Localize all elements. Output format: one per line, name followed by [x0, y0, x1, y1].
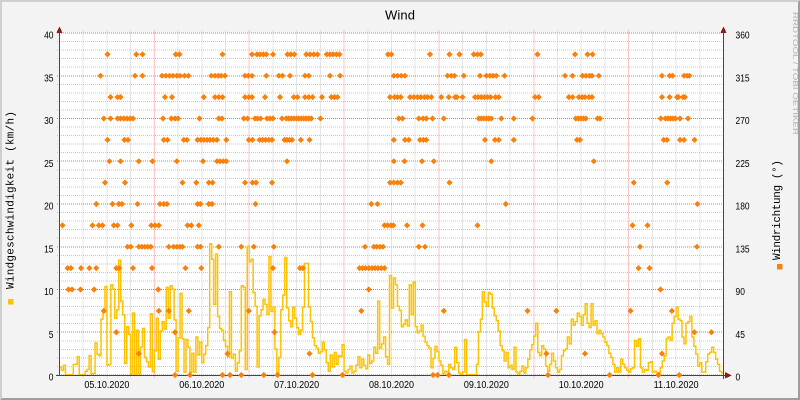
svg-text:06.10.2020: 06.10.2020 [179, 380, 224, 391]
svg-text:225: 225 [736, 159, 750, 170]
svg-text:20: 20 [44, 202, 54, 213]
svg-text:5: 5 [49, 330, 54, 341]
svg-text:08.10.2020: 08.10.2020 [369, 380, 414, 391]
svg-text:Windgeschwindigkeit (km/h): Windgeschwindigkeit (km/h) [6, 111, 18, 289]
svg-text:315: 315 [736, 73, 750, 84]
svg-text:11.10.2020: 11.10.2020 [654, 380, 699, 391]
svg-text:RRDTOOL / TOBI OETIKER: RRDTOOL / TOBI OETIKER [791, 12, 800, 136]
svg-text:360: 360 [736, 31, 750, 42]
svg-text:25: 25 [44, 159, 54, 170]
svg-text:05.10.2020: 05.10.2020 [84, 380, 129, 391]
svg-text:135: 135 [736, 244, 750, 255]
svg-text:09.10.2020: 09.10.2020 [464, 380, 509, 391]
svg-text:40: 40 [44, 31, 54, 42]
svg-text:45: 45 [736, 330, 746, 341]
svg-text:180: 180 [736, 202, 750, 213]
svg-text:07.10.2020: 07.10.2020 [274, 380, 319, 391]
svg-text:35: 35 [44, 73, 54, 84]
svg-text:Wind: Wind [385, 8, 415, 23]
svg-text:270: 270 [736, 116, 750, 127]
svg-text:90: 90 [736, 287, 746, 298]
svg-text:30: 30 [44, 116, 54, 127]
svg-text:10.10.2020: 10.10.2020 [559, 380, 604, 391]
svg-text:Windrichtung (°): Windrichtung (°) [772, 160, 784, 260]
svg-text:10: 10 [44, 287, 54, 298]
svg-text:0: 0 [736, 373, 741, 384]
svg-text:15: 15 [44, 244, 54, 255]
svg-text:0: 0 [49, 373, 54, 384]
